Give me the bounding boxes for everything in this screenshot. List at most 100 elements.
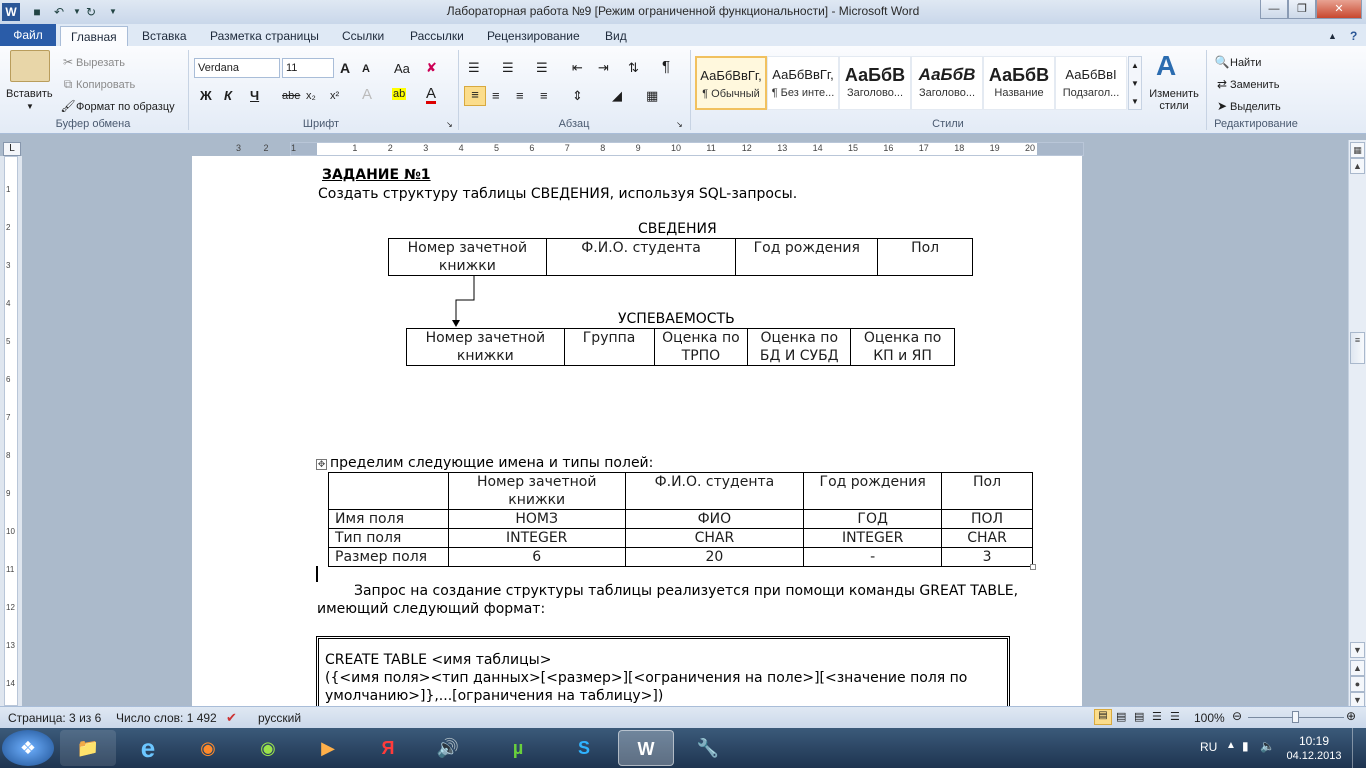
grow-font-button[interactable]: A <box>340 60 350 76</box>
table-fields[interactable]: Номер зачетной книжки Ф.И.О. студента Го… <box>328 472 1033 567</box>
align-right-icon[interactable]: ≡ <box>516 88 524 103</box>
video-player-icon[interactable]: ▶ <box>300 730 356 766</box>
keyboard-language[interactable]: RU <box>1200 740 1217 754</box>
style-title[interactable]: АаБбВ Название <box>983 56 1055 110</box>
table-cell[interactable]: Номер зачетной книжки <box>406 328 565 366</box>
table-cell[interactable]: CHAR <box>624 528 805 548</box>
utorrent-icon[interactable]: µ <box>490 730 546 766</box>
paste-icon[interactable] <box>10 50 50 82</box>
table-cell[interactable]: Пол <box>941 472 1033 510</box>
table-resize-handle[interactable] <box>1030 564 1036 570</box>
align-left-button[interactable]: ≡ <box>464 86 486 106</box>
subscript-button[interactable]: x₂ <box>306 90 316 102</box>
align-center-icon[interactable]: ≡ <box>492 88 500 103</box>
font-size-combo[interactable]: 11 <box>282 58 334 78</box>
ie-icon[interactable]: e <box>120 730 176 766</box>
style-no-spacing[interactable]: АаБбВвГг, ¶ Без инте... <box>767 56 839 110</box>
table-cell[interactable]: Размер поля <box>328 547 449 567</box>
underline-button[interactable]: Ч <box>250 88 259 103</box>
table-cell[interactable]: НОМЗ <box>447 509 626 529</box>
previous-page-icon[interactable]: ▲ <box>1350 660 1365 676</box>
close-button[interactable]: ✕ <box>1316 0 1362 19</box>
zoom-slider-thumb[interactable] <box>1292 711 1299 723</box>
tab-insert[interactable]: Вставка <box>132 26 197 46</box>
justify-icon[interactable]: ≡ <box>540 88 548 103</box>
tab-references[interactable]: Ссылки <box>332 26 394 46</box>
select-button[interactable]: ➤ Выделить <box>1214 98 1281 114</box>
line-spacing-icon[interactable]: ⇕ <box>572 88 583 104</box>
horizontal-ruler[interactable]: 3 2 1 1 2 3 4 5 6 7 8 9 10 11 12 13 14 15 16 17 18 19 20 <box>236 142 1084 156</box>
draft-view-icon[interactable]: ☰ <box>1170 710 1180 723</box>
document-page[interactable]: ЗАДАНИЕ №1 Создать структуру таблицы СВЕ… <box>192 156 1082 706</box>
firefox-icon[interactable]: ◉ <box>180 730 236 766</box>
table-cell[interactable]: Оценка по ТРПО <box>653 328 749 366</box>
table-cell[interactable]: Группа <box>563 328 655 366</box>
tab-review[interactable]: Рецензирование <box>477 26 590 46</box>
table-cell[interactable]: Оценка по КП и ЯП <box>850 328 955 366</box>
shading-icon[interactable]: ◢ <box>612 88 622 104</box>
table-cell[interactable]: ГОД <box>803 509 943 529</box>
table-cell[interactable]: Ф.И.О. студента <box>545 238 737 276</box>
explorer-icon[interactable]: 📁 <box>60 730 116 766</box>
language-indicator[interactable]: русский <box>258 711 301 725</box>
format-painter-button[interactable]: 🖌Формат по образцу <box>60 98 174 114</box>
table-cell[interactable]: ПОЛ <box>941 509 1033 529</box>
shrink-font-button[interactable]: A <box>362 63 370 75</box>
italic-button[interactable]: К <box>224 88 232 103</box>
text-effects-icon[interactable]: A <box>362 86 372 103</box>
style-heading2[interactable]: АаБбВ Заголово... <box>911 56 983 110</box>
table-cell[interactable]: Оценка по БД И СУБД <box>747 328 852 366</box>
start-button[interactable]: ❖ <box>2 730 54 766</box>
borders-icon[interactable]: ▦ <box>646 88 658 104</box>
table-cell[interactable]: ФИО <box>624 509 805 529</box>
word-taskbar-button[interactable]: W <box>618 730 674 766</box>
tab-home[interactable]: Главная <box>60 26 128 47</box>
table-cell[interactable]: CHAR <box>941 528 1033 548</box>
help-icon[interactable]: ? <box>1340 26 1366 46</box>
browse-object-icon[interactable]: ● <box>1350 676 1365 692</box>
outline-view-icon[interactable]: ☰ <box>1152 710 1162 723</box>
highlight-button[interactable]: ab <box>392 88 407 100</box>
zoom-level[interactable]: 100% <box>1194 711 1225 725</box>
table-cell[interactable]: INTEGER <box>803 528 943 548</box>
table-cell[interactable]: 20 <box>624 547 805 567</box>
table-cell[interactable]: INTEGER <box>447 528 626 548</box>
style-heading1[interactable]: АаБбВ Заголово... <box>839 56 911 110</box>
vertical-scrollbar[interactable]: ▦ ▲ ≡ ▼ ▲ ● ▼ <box>1348 140 1366 708</box>
print-layout-view-icon[interactable]: ▤ <box>1094 709 1112 725</box>
tab-view[interactable]: Вид <box>595 26 637 46</box>
table-cell[interactable]: Год рождения <box>803 472 943 510</box>
page-indicator[interactable]: Страница: 3 из 6 <box>8 711 101 725</box>
style-normal[interactable]: АаБбВвГг, ¶ Обычный <box>695 56 767 110</box>
decrease-indent-icon[interactable]: ⇤ <box>572 60 583 76</box>
tray-expand-icon[interactable]: ▲ <box>1226 740 1236 751</box>
tab-file[interactable]: Файл <box>0 24 56 46</box>
scroll-thumb[interactable]: ≡ <box>1350 332 1365 364</box>
table-move-handle-icon[interactable]: ✥ <box>316 459 327 470</box>
font-name-combo[interactable]: Verdana <box>194 58 280 78</box>
table-cell[interactable]: Год рождения <box>735 238 879 276</box>
tab-page-layout[interactable]: Разметка страницы <box>200 26 329 46</box>
table-cell[interactable]: Ф.И.О. студента <box>624 472 805 510</box>
copy-button[interactable]: ⧉ Копировать <box>60 76 136 92</box>
clear-formatting-icon[interactable]: ✘ <box>426 60 437 76</box>
change-styles-button[interactable]: Изменить стили <box>1146 88 1202 112</box>
scroll-down-icon[interactable]: ▼ <box>1350 642 1365 658</box>
yandex-icon[interactable]: Я <box>360 730 416 766</box>
paragraph-dialog-launcher-icon[interactable]: ↘ <box>676 120 683 129</box>
table-cell[interactable]: Номер зачетной книжки <box>447 472 626 510</box>
table-cell[interactable]: 6 <box>447 547 626 567</box>
clock-date[interactable]: 04.12.2013 <box>1284 750 1344 762</box>
numbering-icon[interactable]: ☰ <box>502 60 514 76</box>
table-cell[interactable]: Тип поля <box>328 528 449 548</box>
proofing-icon[interactable]: ✔ <box>226 710 237 726</box>
replace-button[interactable]: ⇄ Заменить <box>1214 76 1279 92</box>
clock-time[interactable]: 10:19 <box>1284 734 1344 748</box>
find-button[interactable]: 🔍Найти <box>1214 54 1262 70</box>
cut-button[interactable]: ✂ Вырезать <box>60 54 125 70</box>
paste-dropdown-icon[interactable]: ▼ <box>26 102 34 111</box>
zoom-in-icon[interactable]: ⊕ <box>1346 709 1356 723</box>
maximize-button[interactable]: ❐ <box>1288 0 1316 19</box>
table-uspevaemost[interactable]: Номер зачетной книжки Группа Оценка по Т… <box>406 328 955 366</box>
font-color-button[interactable]: A <box>426 86 437 104</box>
